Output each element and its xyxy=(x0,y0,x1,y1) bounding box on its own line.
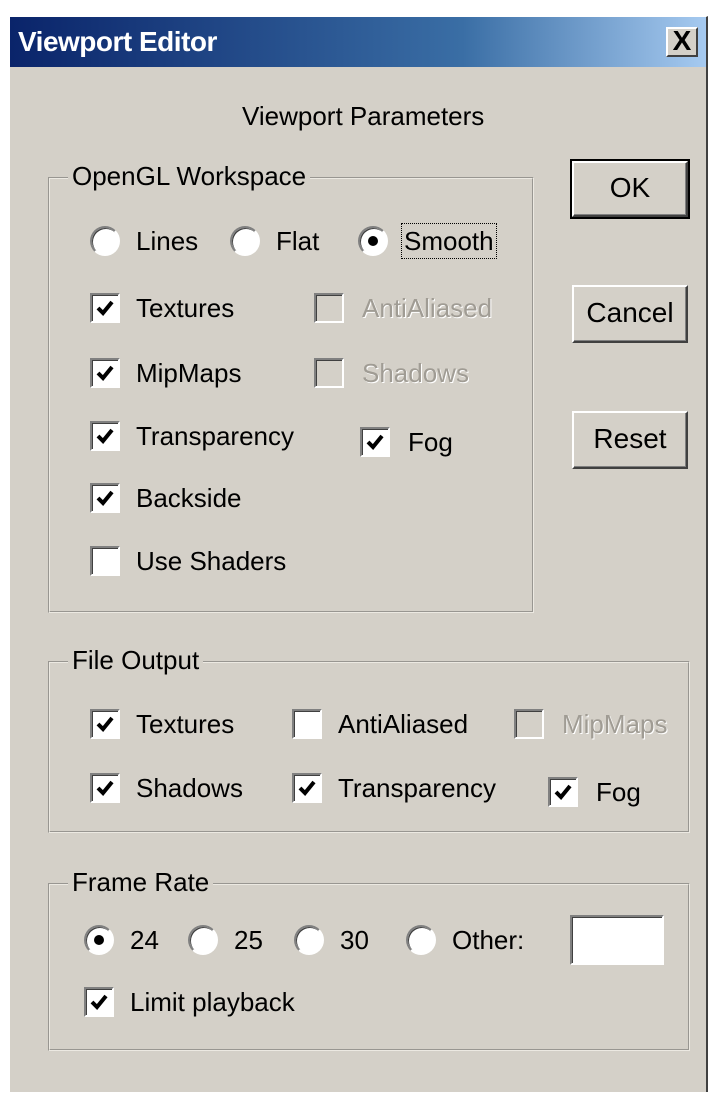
opengl-use-shaders-label[interactable]: Use Shaders xyxy=(136,546,286,576)
opengl-fog-label[interactable]: Fog xyxy=(408,427,453,457)
check-mark-icon xyxy=(96,780,114,796)
ok-button[interactable]: OK xyxy=(570,159,690,219)
title-bar[interactable]: Viewport Editor X xyxy=(10,17,706,67)
check-mark-icon xyxy=(554,784,572,800)
close-button[interactable]: X xyxy=(666,27,698,57)
output-shadows-label[interactable]: Shadows xyxy=(136,773,243,803)
opengl-mipmaps-checkbox[interactable] xyxy=(90,358,120,388)
opengl-transparency-checkbox[interactable] xyxy=(90,421,120,451)
frame-rate-legend: Frame Rate xyxy=(68,867,214,897)
opengl-use-shaders-checkbox[interactable] xyxy=(90,546,120,576)
opengl-backside-checkbox[interactable] xyxy=(90,483,120,513)
output-antialiased-label[interactable]: AntiAliased xyxy=(338,709,468,739)
opengl-antialiased-label: AntiAliased xyxy=(362,293,493,323)
opengl-transparency-label[interactable]: Transparency xyxy=(136,421,294,451)
radio-fps-30-label[interactable]: 30 xyxy=(340,925,369,955)
radio-flat-label[interactable]: Flat xyxy=(276,226,319,256)
opengl-mipmaps-label[interactable]: MipMaps xyxy=(136,358,241,388)
radio-flat[interactable] xyxy=(230,226,260,256)
limit-playback-checkbox[interactable] xyxy=(84,987,114,1017)
opengl-textures-label[interactable]: Textures xyxy=(136,293,234,323)
radio-fps-25[interactable] xyxy=(188,925,218,955)
opengl-antialiased-checkbox xyxy=(314,293,344,323)
radio-fps-25-label[interactable]: 25 xyxy=(234,925,263,955)
opengl-shadows-label: Shadows xyxy=(362,358,469,388)
output-transparency-label[interactable]: Transparency xyxy=(338,773,496,803)
check-mark-icon xyxy=(90,994,108,1010)
radio-fps-other[interactable] xyxy=(406,925,436,955)
check-mark-icon xyxy=(366,434,384,450)
reset-button[interactable]: Reset xyxy=(572,411,688,469)
output-fog-label[interactable]: Fog xyxy=(596,777,641,807)
radio-selected-dot xyxy=(94,935,104,945)
check-mark-icon xyxy=(96,716,114,732)
viewport-editor-dialog: Viewport Editor X Viewport Parameters Op… xyxy=(8,16,708,1092)
radio-smooth-label[interactable]: Smooth xyxy=(401,223,497,259)
radio-selected-dot xyxy=(368,236,378,246)
check-mark-icon xyxy=(96,365,114,381)
file-output-group: File Output xyxy=(48,645,690,833)
radio-smooth[interactable] xyxy=(358,226,388,256)
output-antialiased-checkbox[interactable] xyxy=(292,709,322,739)
output-fog-checkbox[interactable] xyxy=(548,777,578,807)
output-shadows-checkbox[interactable] xyxy=(90,773,120,803)
dialog-heading: Viewport Parameters xyxy=(242,101,485,131)
file-output-legend: File Output xyxy=(68,645,204,675)
output-transparency-checkbox[interactable] xyxy=(292,773,322,803)
radio-lines-label[interactable]: Lines xyxy=(136,226,198,256)
check-mark-icon xyxy=(96,490,114,506)
radio-lines[interactable] xyxy=(90,226,120,256)
window-title: Viewport Editor xyxy=(18,26,217,57)
opengl-fog-checkbox[interactable] xyxy=(360,427,390,457)
output-mipmaps-label: MipMaps xyxy=(562,709,668,739)
check-mark-icon xyxy=(298,780,316,796)
radio-fps-other-label[interactable]: Other: xyxy=(452,925,524,955)
opengl-workspace-legend: OpenGL Workspace xyxy=(68,161,311,191)
other-fps-input[interactable] xyxy=(570,915,664,965)
radio-fps-30[interactable] xyxy=(294,925,324,955)
cancel-button[interactable]: Cancel xyxy=(572,285,688,343)
output-textures-checkbox[interactable] xyxy=(90,709,120,739)
opengl-shadows-checkbox xyxy=(314,358,344,388)
opengl-backside-label[interactable]: Backside xyxy=(136,483,242,513)
output-textures-label[interactable]: Textures xyxy=(136,709,234,739)
check-mark-icon xyxy=(96,428,114,444)
limit-playback-label[interactable]: Limit playback xyxy=(130,987,295,1017)
frame-rate-group: Frame Rate xyxy=(48,867,690,1051)
radio-fps-24[interactable] xyxy=(84,925,114,955)
radio-fps-24-label[interactable]: 24 xyxy=(130,925,159,955)
output-mipmaps-checkbox xyxy=(514,709,544,739)
check-mark-icon xyxy=(96,300,114,316)
opengl-textures-checkbox[interactable] xyxy=(90,293,120,323)
